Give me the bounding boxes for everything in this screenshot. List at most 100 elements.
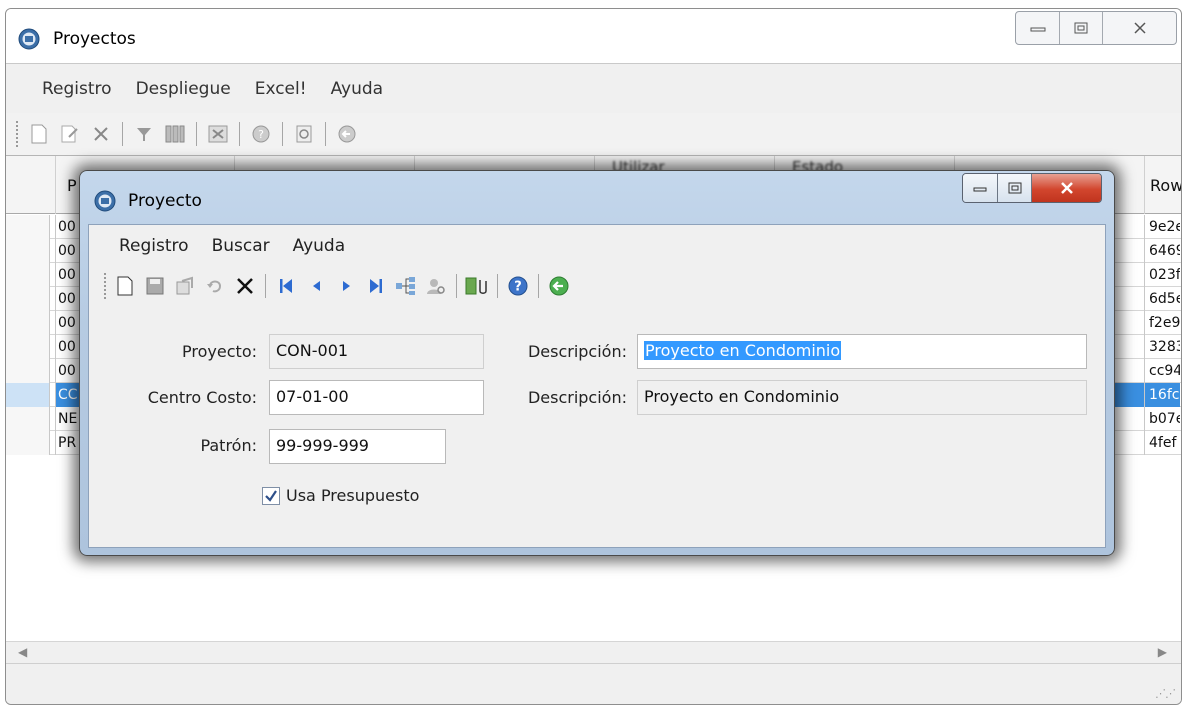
- row-indicator[interactable]: [6, 239, 50, 263]
- menu-buscar[interactable]: Buscar: [212, 236, 270, 256]
- column-divider: [55, 156, 56, 214]
- scroll-left-icon[interactable]: ◀: [18, 645, 27, 659]
- save-icon[interactable]: [142, 273, 168, 299]
- row-id: cc94: [1144, 359, 1180, 383]
- centro-costo-label: Centro Costo:: [147, 388, 257, 407]
- dialog-title: Proyecto: [128, 191, 202, 211]
- menu-registro[interactable]: Registro: [42, 79, 112, 99]
- row-id: 3283: [1144, 335, 1180, 359]
- row-id: 6d5e: [1144, 287, 1180, 311]
- row-indicator[interactable]: [6, 311, 50, 335]
- menu-registro[interactable]: Registro: [119, 236, 189, 256]
- close-icon: [1060, 182, 1073, 194]
- close-button[interactable]: [1102, 12, 1176, 44]
- menu-ayuda[interactable]: Ayuda: [293, 236, 346, 256]
- row-id: f2e9: [1144, 311, 1180, 335]
- delete-icon[interactable]: [232, 273, 258, 299]
- usa-presupuesto-label[interactable]: Usa Presupuesto: [286, 486, 419, 505]
- window-title: Proyectos: [53, 29, 136, 49]
- excel-icon[interactable]: [205, 121, 231, 147]
- maximize-icon: [1074, 22, 1088, 34]
- row-id: 4fef: [1144, 431, 1180, 455]
- row-indicator[interactable]: [6, 335, 50, 359]
- help-icon[interactable]: ?: [248, 121, 274, 147]
- undo-icon[interactable]: [202, 273, 228, 299]
- maximize-button[interactable]: [1059, 12, 1102, 44]
- descripcion-label: Descripción:: [527, 342, 627, 361]
- dialog-maximize-button[interactable]: [997, 174, 1031, 202]
- columns-icon[interactable]: [162, 121, 188, 147]
- filter-icon[interactable]: [131, 121, 157, 147]
- toolbar-grip[interactable]: [104, 273, 108, 299]
- search-user-icon[interactable]: [423, 273, 449, 299]
- row-indicator[interactable]: [6, 215, 50, 239]
- toolbar-grip[interactable]: [16, 121, 20, 147]
- proyecto-dialog: Proyecto Registro Buscar Ayuda ? Proyect…: [79, 170, 1115, 556]
- copy-icon[interactable]: [172, 273, 198, 299]
- status-bar: ⋰⋰: [6, 663, 1181, 704]
- dialog-toolbar: ?: [104, 271, 576, 301]
- patron-label: Patrón:: [200, 436, 257, 455]
- resize-grip-icon[interactable]: ⋰⋰: [1155, 687, 1176, 700]
- menu-bar: Registro Despliegue Excel! Ayuda: [6, 63, 1181, 113]
- delete-icon[interactable]: [88, 121, 114, 147]
- descripcion-centro-label: Descripción:: [527, 388, 627, 407]
- exit-icon[interactable]: [546, 273, 572, 299]
- horizontal-scrollbar[interactable]: ◀ ▶: [6, 641, 1181, 663]
- maximize-icon: [1008, 182, 1021, 194]
- dialog-minimize-button[interactable]: [963, 174, 997, 202]
- minimize-icon: [1030, 27, 1045, 32]
- app-logo-icon: [18, 28, 40, 54]
- toolbar-separator: [538, 274, 539, 298]
- row-indicator[interactable]: [6, 383, 50, 407]
- row-id: 9e2e: [1144, 215, 1180, 239]
- prev-icon[interactable]: [303, 273, 329, 299]
- edit-icon[interactable]: [57, 121, 83, 147]
- descripcion-field[interactable]: Proyecto en Condominio: [637, 334, 1087, 369]
- row-indicator[interactable]: [6, 407, 50, 431]
- column-divider: [1144, 156, 1145, 214]
- minimize-button[interactable]: [1016, 12, 1059, 44]
- checkmark-icon: [265, 490, 277, 502]
- proyecto-field[interactable]: CON-001: [269, 334, 484, 369]
- first-icon[interactable]: [273, 273, 299, 299]
- menu-despliegue[interactable]: Despliegue: [136, 79, 231, 99]
- row-id: 6469: [1144, 239, 1180, 263]
- help-icon[interactable]: ?: [505, 273, 531, 299]
- column-header-row[interactable]: Row: [1150, 176, 1181, 195]
- row-indicator[interactable]: [6, 263, 50, 287]
- minimize-icon: [973, 187, 987, 192]
- menu-ayuda[interactable]: Ayuda: [331, 79, 384, 99]
- row-indicator[interactable]: [6, 287, 50, 311]
- toolbar-separator: [456, 274, 457, 298]
- proyecto-label: Proyecto:: [182, 342, 257, 361]
- centro-costo-field[interactable]: 07-01-00: [269, 380, 484, 415]
- attach-icon[interactable]: [464, 273, 490, 299]
- menu-excel[interactable]: Excel!: [255, 79, 307, 99]
- dialog-close-button[interactable]: [1031, 174, 1101, 202]
- window-controls: [1015, 11, 1177, 45]
- last-icon[interactable]: [363, 273, 389, 299]
- toolbar-separator: [196, 122, 197, 146]
- row-indicator[interactable]: [6, 359, 50, 383]
- svg-text:?: ?: [258, 128, 264, 141]
- row-id: b07e: [1144, 407, 1180, 431]
- dialog-content: Registro Buscar Ayuda ? Proyecto: CON-00…: [88, 224, 1106, 548]
- new-icon[interactable]: [26, 121, 52, 147]
- usa-presupuesto-checkbox[interactable]: [262, 487, 280, 505]
- descripcion-centro-field[interactable]: Proyecto en Condominio: [637, 380, 1087, 415]
- column-header-proyecto[interactable]: P: [67, 176, 77, 195]
- patron-field[interactable]: 99-999-999: [269, 429, 446, 464]
- toolbar-separator: [325, 122, 326, 146]
- row-id: 16fc: [1144, 383, 1180, 407]
- exit-icon[interactable]: [334, 121, 360, 147]
- tree-icon[interactable]: [393, 273, 419, 299]
- toolbar-separator: [497, 274, 498, 298]
- refresh-icon[interactable]: [291, 121, 317, 147]
- toolbar-separator: [239, 122, 240, 146]
- new-icon[interactable]: [112, 273, 138, 299]
- row-indicator[interactable]: [6, 431, 50, 455]
- toolbar-separator: [282, 122, 283, 146]
- scroll-right-icon[interactable]: ▶: [1158, 645, 1167, 659]
- next-icon[interactable]: [333, 273, 359, 299]
